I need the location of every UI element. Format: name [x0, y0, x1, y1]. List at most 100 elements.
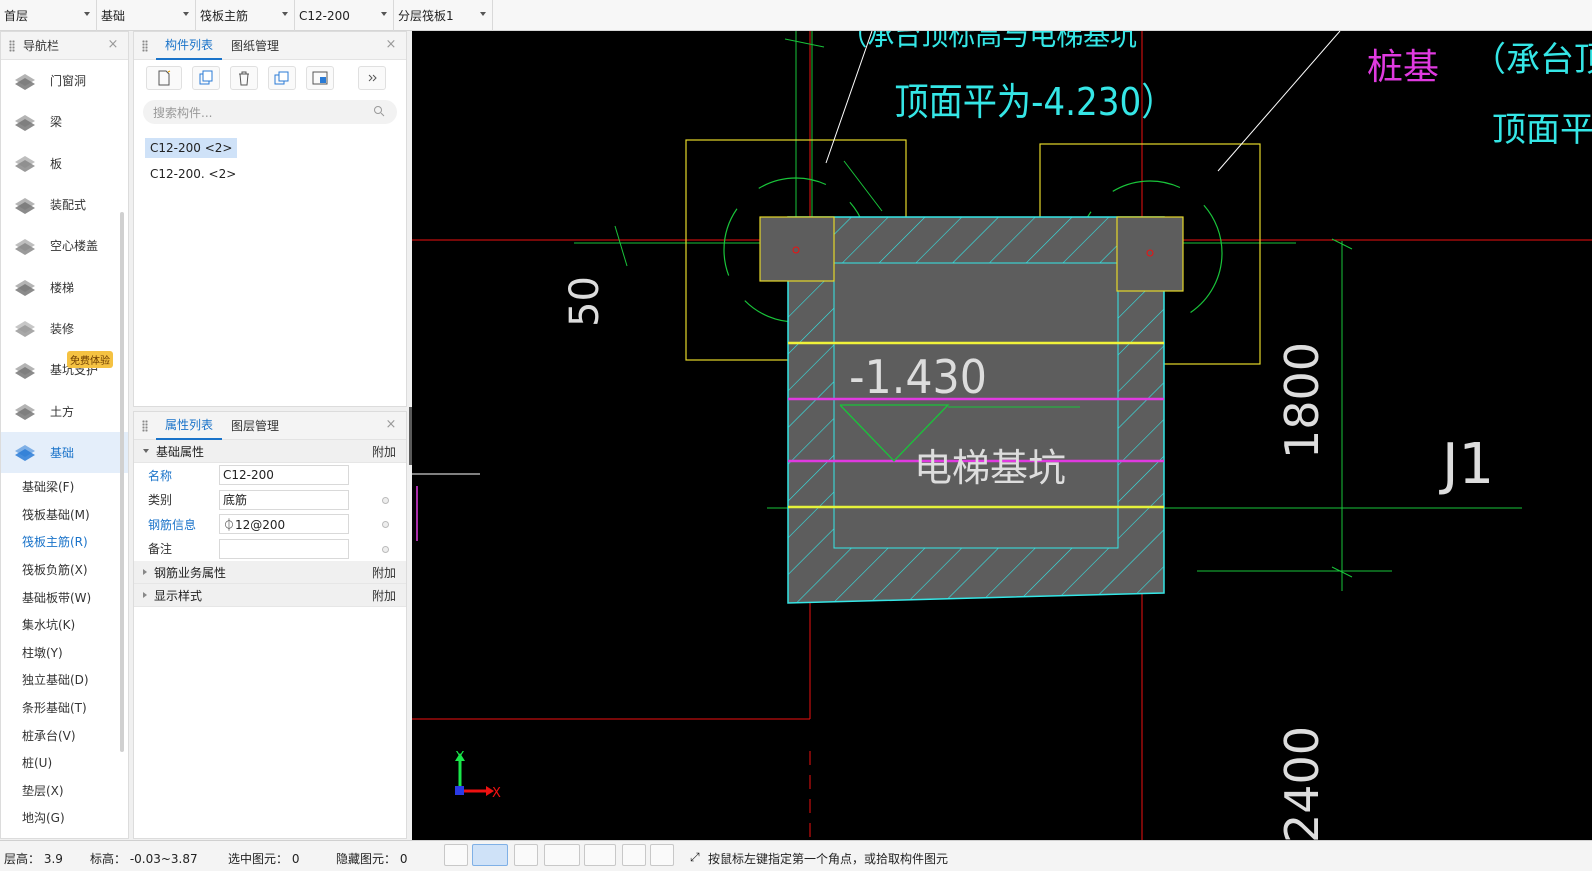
nav-subitem[interactable]: 桩(U)	[1, 749, 128, 777]
nav-panel-header: 导航栏 ×	[1, 32, 128, 60]
nav-subitem[interactable]: 柱墩(Y)	[1, 639, 128, 667]
section-rebar-properties-label: 钢筋业务属性	[154, 565, 227, 580]
nav-item[interactable]: 装修	[1, 308, 128, 349]
component-list-item[interactable]: C12-200 <2>	[145, 138, 238, 158]
close-icon[interactable]: ×	[385, 418, 397, 431]
offset-tool-button[interactable]	[584, 844, 616, 866]
property-panel-header: 属性列表 图层管理 ×	[134, 412, 406, 440]
component-dropdown[interactable]: C12-200	[295, 0, 394, 31]
category-dropdown-value: 基础	[101, 9, 126, 23]
import-component-button[interactable]	[306, 66, 334, 90]
status-selected-count: 选中图元： 0	[228, 852, 300, 866]
radio-dot-icon[interactable]	[382, 545, 389, 553]
select-mode-button[interactable]	[444, 844, 468, 866]
nav-item-label: 空心楼盖	[50, 239, 99, 254]
angle-tool-button[interactable]	[544, 844, 580, 866]
nav-scrollbar[interactable]	[120, 212, 124, 752]
nav-item[interactable]: 梁	[1, 101, 128, 142]
drag-grip-icon[interactable]	[142, 39, 148, 52]
floor-dropdown[interactable]: 首层	[0, 0, 97, 31]
status-bar: 层高： 3.9 标高： -0.03~3.87 选中图元： 0 隐藏图元： 0 ⤢…	[0, 840, 1592, 871]
nav-subitem[interactable]: 筏板基础(M)	[1, 501, 128, 529]
tab-component-list[interactable]: 构件列表	[156, 32, 223, 60]
search-icon[interactable]	[373, 105, 385, 117]
property-key: 钢筋信息	[148, 517, 197, 532]
property-row: 名称 C12-200	[134, 463, 406, 488]
radio-dot-icon[interactable]	[382, 521, 389, 528]
layer-dropdown[interactable]: 分层筏板1	[394, 0, 493, 31]
component-list-item[interactable]: C12-200. <2>	[145, 164, 241, 184]
section-basic-properties[interactable]: 基础属性 附加	[134, 440, 406, 463]
delete-component-button[interactable]	[230, 66, 258, 90]
expand-triangle-icon	[143, 592, 147, 598]
chevron-down-icon	[282, 12, 288, 16]
nav-item-label: 装配式	[50, 198, 87, 213]
nav-item-label: 土方	[50, 404, 75, 419]
tab-drawing-manager[interactable]: 图纸管理	[222, 32, 288, 60]
component-toolbar	[134, 60, 406, 96]
dimension-2400: 2400	[1275, 726, 1329, 840]
nav-subitem[interactable]: 垫层(X)	[1, 777, 128, 805]
arc-tool-button[interactable]	[650, 844, 674, 866]
close-icon[interactable]: ×	[107, 38, 119, 51]
nav-item[interactable]: 空心楼盖	[1, 225, 128, 266]
property-row: 备注	[134, 537, 406, 562]
component-search-input[interactable]: 搜索构件...	[143, 100, 397, 124]
drag-grip-icon[interactable]	[142, 419, 148, 432]
note-top-right-line2: 顶面平为	[1492, 110, 1592, 150]
nav-item[interactable]: 土方	[1, 390, 128, 431]
nav-item[interactable]: 装配式	[1, 184, 128, 225]
status-hint: 按鼠标左键指定第一个角点，或拾取构件图元	[708, 852, 949, 866]
radio-dot-icon[interactable]	[382, 496, 389, 504]
tab-property-list[interactable]: 属性列表	[156, 412, 223, 440]
type-dropdown[interactable]: 筏板主筋	[196, 0, 295, 31]
drag-grip-icon[interactable]	[9, 39, 15, 52]
property-value-field[interactable]: ⏀12@200	[219, 514, 349, 535]
expand-triangle-icon	[143, 569, 147, 575]
import-icon	[312, 71, 328, 85]
cad-drawing: （承台顶标高与电梯基坑 顶面平为-4.230） 桩基 （承台顶标高 顶面平为 5…	[412, 31, 1592, 840]
property-value-field[interactable]: C12-200	[219, 465, 349, 486]
top-selector-bar: 首层 基础 筏板主筋 C12-200 分层筏板1	[0, 0, 1592, 31]
copy-component-button[interactable]	[192, 66, 220, 90]
nav-subitem[interactable]: 桩承台(V)	[1, 721, 128, 749]
category-dropdown[interactable]: 基础	[97, 0, 196, 31]
nav-subitem[interactable]: 独立基础(D)	[1, 666, 128, 694]
nav-item[interactable]: 基础	[1, 431, 128, 473]
more-tools-button[interactable]	[358, 66, 386, 90]
chevron-down-icon	[381, 12, 387, 16]
nav-subitem[interactable]: 基础梁(F)	[1, 473, 128, 501]
nav-subitem[interactable]: 基础板带(W)	[1, 583, 128, 611]
component-list-header: 构件列表 图纸管理 ×	[134, 32, 406, 60]
cad-drawing-canvas[interactable]: （承台顶标高与电梯基坑 顶面平为-4.230） 桩基 （承台顶标高 顶面平为 5…	[412, 31, 1592, 840]
nav-item[interactable]: 楼梯	[1, 266, 128, 307]
floor-dropdown-value: 首层	[4, 9, 29, 23]
property-value-field[interactable]: 底筋	[219, 489, 349, 510]
resize-icon: ⤢	[690, 850, 700, 864]
nav-subitem[interactable]: 集水坑(K)	[1, 611, 128, 639]
section-display-style[interactable]: 显示样式 附加	[134, 584, 406, 607]
nav-item-label: 楼梯	[50, 280, 75, 295]
nav-item[interactable]: 门窗洞	[1, 60, 128, 101]
section-rebar-properties[interactable]: 钢筋业务属性 附加	[134, 561, 406, 584]
component-list: C12-200 <2> C12-200. <2>	[134, 132, 406, 184]
box-select-button[interactable]	[472, 844, 508, 866]
nav-subitem[interactable]: 地沟(G)	[1, 804, 128, 832]
nav-subitem[interactable]: 筏板主筋(R)	[1, 528, 128, 556]
nav-item-label: 装修	[50, 321, 75, 336]
new-component-button[interactable]	[146, 66, 182, 90]
nav-subitem[interactable]: 筏板负筋(X)	[1, 556, 128, 584]
note-top-left-line2: 顶面平为-4.230）	[894, 79, 1175, 124]
tab-layer-manager[interactable]: 图层管理	[222, 412, 288, 440]
search-placeholder: 搜索构件...	[153, 105, 213, 120]
nav-subitem[interactable]: 条形基础(T)	[1, 694, 128, 722]
cross-select-button[interactable]	[514, 844, 538, 866]
property-value-field[interactable]	[219, 538, 349, 559]
prefab-icon	[12, 194, 38, 216]
close-icon[interactable]: ×	[385, 38, 397, 51]
copy-to-floor-button[interactable]	[268, 66, 296, 90]
section-basic-properties-label: 基础属性	[156, 444, 205, 459]
nav-item[interactable]: 基坑支护 免费体验	[1, 349, 128, 390]
snap-tool-button[interactable]	[622, 844, 646, 866]
nav-item[interactable]: 板	[1, 143, 128, 184]
